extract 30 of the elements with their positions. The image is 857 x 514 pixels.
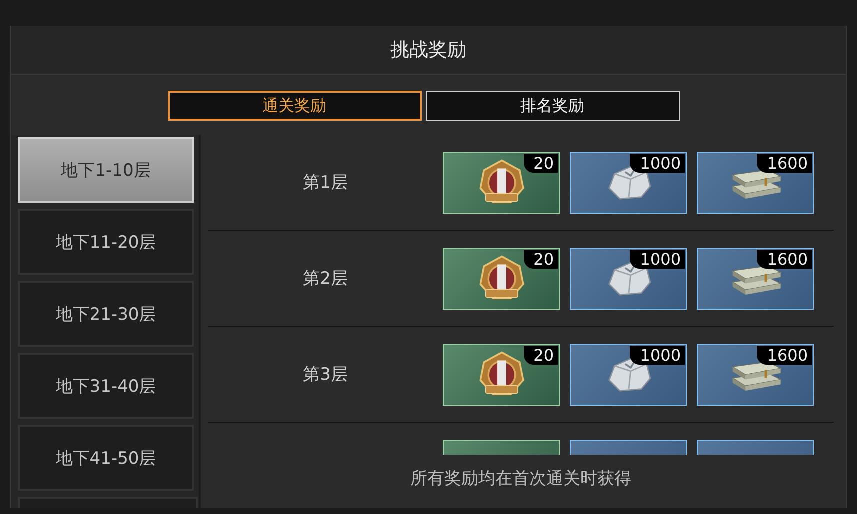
reward-card[interactable]: 1000 (570, 344, 687, 406)
sidebar-item[interactable]: 地下1-10层 (18, 137, 194, 203)
reward-card[interactable]: 1600 (697, 152, 814, 214)
reward-count: 1000 (630, 154, 685, 172)
sidebar-item[interactable]: 地下31-40层 (18, 353, 194, 419)
window-title: 挑战奖励 (390, 38, 466, 63)
reward-count: 20 (524, 250, 558, 268)
reward-card[interactable]: 1600 (697, 344, 814, 406)
reward-count: 1000 (630, 346, 685, 364)
reward-count: 20 (524, 154, 558, 172)
sidebar-item[interactable]: 地下11-20层 (18, 209, 194, 275)
floor-label: 第1层 (303, 172, 348, 194)
reward-card[interactable]: 1000 (570, 152, 687, 214)
reward-card[interactable]: 20 (443, 248, 560, 310)
reward-count: 20 (524, 346, 558, 364)
footer-note: 所有奖励均在首次通关时获得 (410, 468, 632, 490)
sidebar-item[interactable]: 地下41-50层 (18, 425, 194, 491)
reward-card[interactable]: 1600 (697, 248, 814, 310)
reward-count: 1000 (630, 250, 685, 268)
reward-count: 1600 (757, 154, 812, 172)
tab[interactable]: 通关奖励 (168, 91, 422, 121)
reward-card[interactable]: 1000 (570, 248, 687, 310)
floor-label: 第2层 (303, 268, 348, 290)
floor-label: 第3层 (303, 364, 348, 386)
tab[interactable]: 排名奖励 (426, 91, 680, 121)
reward-card[interactable]: 20 (443, 344, 560, 406)
reward-count: 1600 (757, 250, 812, 268)
reward-count: 1600 (757, 346, 812, 364)
reward-card[interactable]: 20 (443, 152, 560, 214)
sidebar-item[interactable]: 地下21-30层 (18, 281, 194, 347)
